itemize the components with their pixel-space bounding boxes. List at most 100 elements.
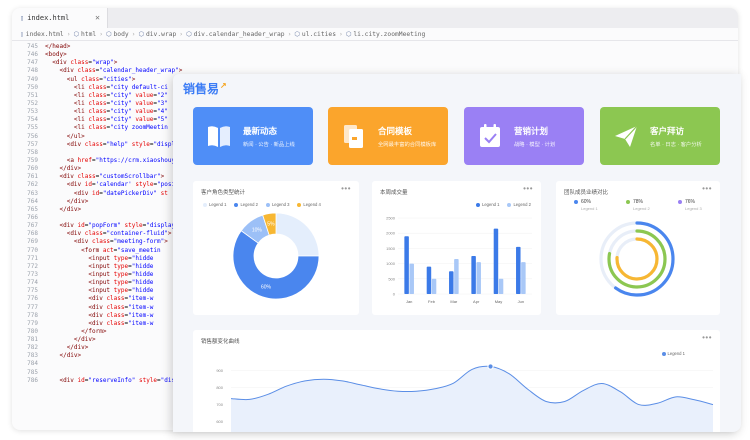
y-tick-label: 600	[216, 419, 223, 424]
calendar-icon	[480, 124, 500, 147]
code-token: id	[84, 181, 92, 189]
bar-chart: 0 500 1000 1500 2000 2500 Jan Feb Mar Apr May Jun	[386, 216, 532, 304]
tile-marketing-plan[interactable]: 营销计划 战略 · 模型 · 计划	[464, 107, 584, 165]
code-token: class	[88, 99, 107, 107]
line-number: 766	[27, 213, 38, 221]
code-token: "datePickerDiv"	[102, 189, 161, 197]
bar	[431, 278, 437, 294]
code-token: a	[70, 156, 78, 164]
file-icon: ▯	[20, 14, 25, 22]
code-token: class	[84, 140, 103, 148]
line-number: 758	[27, 148, 38, 156]
bar	[409, 263, 414, 294]
line-number: 745	[27, 43, 38, 50]
code-token: div	[63, 222, 78, 230]
breadcrumb-item[interactable]: ul.cities	[302, 31, 336, 38]
code-token: class	[106, 319, 125, 327]
donut-slice	[275, 212, 320, 257]
code-token: >	[66, 43, 71, 50]
code-token: li	[77, 83, 89, 91]
brand-arrow-icon: ↗	[220, 80, 227, 90]
line-number: 784	[27, 360, 38, 368]
breadcrumb-item[interactable]: index.html	[26, 31, 64, 38]
breadcrumb-item[interactable]: li.city.zoomMeeting	[353, 31, 425, 38]
code-token: div	[91, 295, 107, 303]
code-token: "item-w	[128, 295, 154, 303]
bar	[516, 246, 521, 294]
breadcrumb-item[interactable]: body	[113, 31, 128, 38]
breadcrumb-item[interactable]: html	[81, 31, 96, 38]
tile-customer-visits[interactable]: 客户拜访 名单 · 日志 · 客户分析	[600, 107, 720, 165]
bar	[476, 262, 481, 294]
code-token: div	[70, 181, 85, 189]
tile-subtitle: 名单 · 日志 · 客户分析	[650, 142, 702, 148]
tile-contract-templates[interactable]: 合同模板 全网最丰富的合同模板库	[328, 107, 448, 165]
code-token: >	[131, 75, 136, 83]
code-token: "city"	[110, 91, 136, 99]
line-number: 765	[27, 205, 38, 213]
line-number: 748	[27, 67, 38, 75]
slice-label: 5%	[267, 222, 275, 228]
tile-subtitle: 新闻 · 公告 · 新品上线	[243, 142, 295, 148]
code-token: input	[91, 279, 114, 287]
code-line: 746 <body>	[12, 51, 738, 59]
close-icon[interactable]: ✕	[95, 8, 100, 28]
x-tick-label: May	[495, 299, 503, 304]
editor-tab-label: index.html	[27, 14, 70, 22]
breadcrumb-separator: ›	[131, 31, 136, 38]
bar	[471, 256, 476, 294]
code-token: >	[164, 238, 168, 246]
code-token: 'calendar'	[95, 181, 136, 189]
line-number: 750	[27, 83, 38, 91]
code-token: div	[70, 230, 85, 238]
code-token: div	[73, 344, 85, 352]
y-tick-label: 800	[216, 385, 223, 390]
code-token: "city"	[110, 116, 136, 124]
code-token: style	[124, 222, 143, 230]
code-token: "help"	[106, 140, 132, 148]
file-icon: ▯	[20, 31, 24, 38]
breadcrumb-item[interactable]: div.calendar_header_wrap	[194, 31, 285, 38]
code-token: form	[88, 327, 103, 335]
code-token: "3"	[157, 99, 168, 107]
slice-label: 60%	[261, 285, 272, 291]
element-icon: ⬡	[294, 31, 300, 38]
line-number: 781	[27, 336, 38, 344]
breadcrumb-separator: ›	[179, 31, 184, 38]
team-performance-card: 团队成员业绩对比 ••• 60% Legend 1 78% Legend 2 7…	[556, 181, 720, 315]
editor-tab[interactable]: ▯ index.html ✕	[12, 8, 108, 28]
code-token: value	[135, 116, 154, 124]
brand-logo: 销售易 ↗	[183, 80, 227, 96]
code-token: class	[70, 59, 89, 67]
code-token: >	[102, 327, 107, 335]
donut-chart: 60% 10% 5%	[232, 212, 320, 300]
code-token: li	[77, 116, 89, 124]
code-token: head	[52, 43, 67, 50]
code-token: >	[77, 205, 82, 213]
line-number: 782	[27, 344, 38, 352]
code-token: div	[63, 67, 78, 75]
bar	[426, 266, 432, 294]
code-token: class	[106, 303, 125, 311]
line-number: 761	[27, 173, 38, 181]
code-token: "hidde	[131, 254, 154, 262]
area-fill	[231, 366, 713, 432]
line-number: 786	[27, 376, 38, 384]
code-token: "city"	[110, 99, 136, 107]
code-token: div	[81, 336, 92, 344]
line-number: 752	[27, 99, 38, 107]
tile-latest-news[interactable]: 最新动态 新闻 · 公告 · 新品上线	[193, 107, 313, 165]
y-tick-label: 0	[393, 292, 396, 297]
breadcrumb-item[interactable]: div.wrap	[146, 31, 176, 38]
line-number: 756	[27, 132, 38, 140]
